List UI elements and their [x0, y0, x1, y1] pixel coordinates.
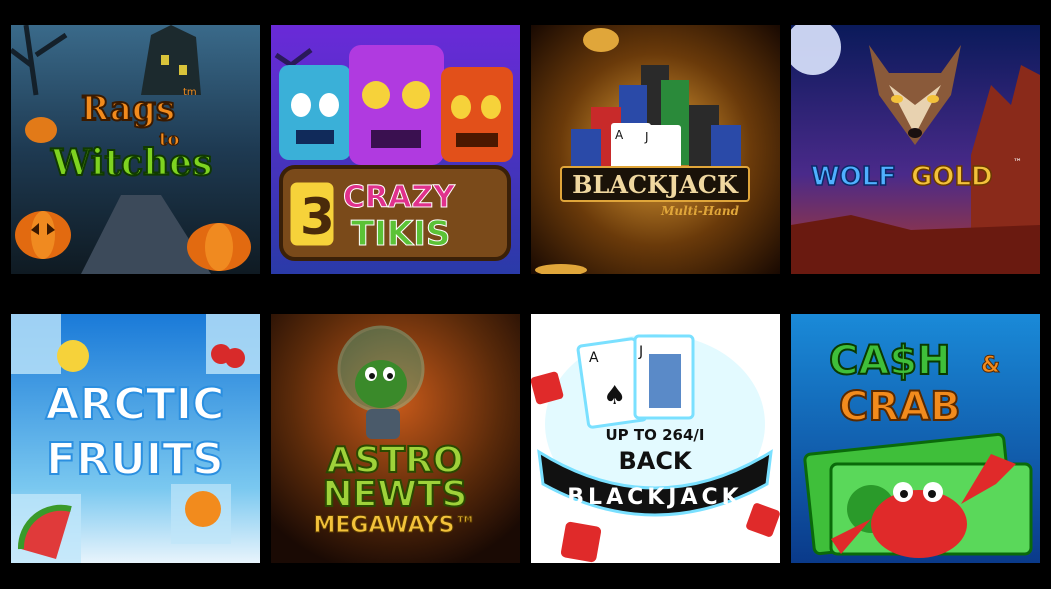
wolf-gold-artwork: WOLF GOLD ™	[791, 25, 1040, 274]
game-title-line1: ARCTIC	[46, 379, 225, 430]
arctic-fruits-artwork: ARCTIC FRUITS	[11, 314, 260, 563]
card-rank-j: J	[638, 344, 643, 360]
game-title-line1: CA$H	[829, 338, 951, 384]
game-title-line3: MEGAWAYS™	[314, 513, 477, 538]
game-title-line2: CRAB	[839, 384, 961, 430]
game-tile-wolf-gold[interactable]: WOLF GOLD ™	[791, 25, 1040, 274]
card-rank: A	[615, 128, 624, 142]
card-rank-j: J	[644, 130, 649, 144]
trademark-mark: tm	[183, 87, 197, 98]
rags-to-witches-artwork: Rags tm to Witches	[11, 25, 260, 274]
game-tile-blackjack-multi-hand[interactable]: A J BLACKJACK Multi-Hand	[531, 25, 780, 274]
trademark-mark: ™	[1013, 158, 1022, 168]
game-tile-arctic-fruits[interactable]: ARCTIC FRUITS	[11, 314, 260, 563]
game-title-line2: FRUITS	[46, 434, 224, 485]
game-title-line2: GOLD	[911, 162, 993, 192]
game-title-line2: NEWTS	[323, 474, 468, 515]
astro-newts-artwork: ASTRO NEWTS MEGAWAYS™	[271, 314, 520, 563]
back-blackjack-artwork: A J ♠ UP TO 264/I BACK BLACKJACK	[531, 314, 780, 563]
game-title-line2: TIKIS	[351, 214, 450, 254]
game-grid: Rags tm to Witches 3 CRAZY TIKIS A J BLA…	[0, 0, 1051, 589]
game-title-line3: Witches	[50, 142, 212, 184]
game-tile-cash-and-crab[interactable]: CA$H & CRAB	[791, 314, 1040, 563]
blackjack-artwork: A J BLACKJACK Multi-Hand	[531, 25, 780, 274]
game-tile-back-blackjack[interactable]: A J ♠ UP TO 264/I BACK BLACKJACK	[531, 314, 780, 563]
game-number: 3	[300, 188, 335, 246]
game-tile-rags-to-witches[interactable]: Rags tm to Witches	[11, 25, 260, 274]
promo-text-line1: UP TO 264/I	[606, 426, 705, 444]
game-title: BLACKJACK	[567, 485, 742, 510]
crazy-tikis-artwork: 3 CRAZY TIKIS	[271, 25, 520, 274]
game-tile-astro-newts-megaways[interactable]: ASTRO NEWTS MEGAWAYS™	[271, 314, 520, 563]
promo-text-line2: BACK	[618, 447, 692, 475]
card-rank-a: A	[589, 350, 599, 366]
game-title-line1: WOLF	[811, 162, 896, 192]
game-subtitle: Multi-Hand	[660, 204, 739, 218]
game-title: BLACKJACK	[572, 170, 739, 199]
title-ampersand: &	[981, 353, 1000, 378]
spade-icon: ♠	[603, 381, 626, 411]
game-title-line1: Rags	[81, 89, 175, 129]
cash-and-crab-artwork: CA$H & CRAB	[791, 314, 1040, 563]
game-tile-3-crazy-tikis[interactable]: 3 CRAZY TIKIS	[271, 25, 520, 274]
game-title-line1: CRAZY	[343, 180, 456, 215]
